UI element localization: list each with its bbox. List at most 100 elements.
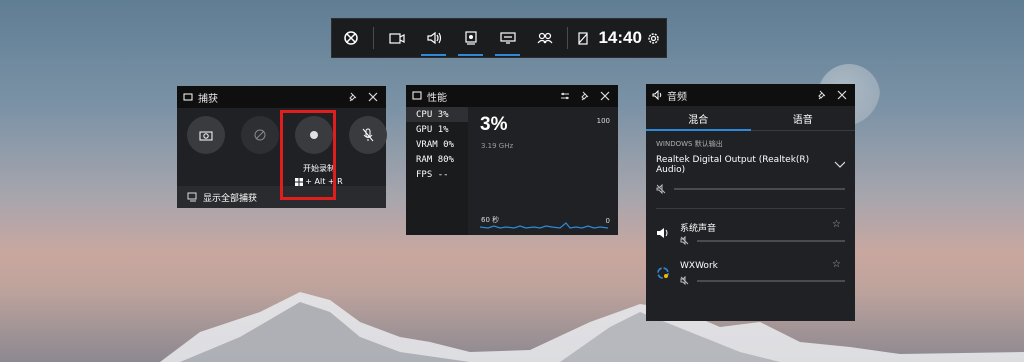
camera-icon	[199, 131, 213, 141]
capture-header: 捕获	[177, 86, 386, 108]
master-volume-slider[interactable]	[674, 188, 845, 190]
section-divider	[656, 208, 845, 209]
metric-fps[interactable]: FPS --	[406, 167, 468, 182]
xbox-icon	[343, 31, 358, 45]
metric-gpu[interactable]: GPU 1%	[406, 122, 468, 137]
record-last-icon	[254, 129, 266, 141]
app-name: 系统声音	[680, 224, 717, 234]
close-button[interactable]	[598, 89, 612, 103]
metric-value: 80%	[437, 154, 454, 165]
app-volume-row	[680, 236, 845, 245]
gallery-icon	[187, 192, 197, 202]
speaker-muted-icon[interactable]	[680, 276, 689, 285]
pin-icon	[581, 91, 589, 101]
app-name: WXWork	[680, 261, 718, 271]
audio-widget: 音频 混合 语音 WINDOWS 默认输出 Realtek Digital Ou…	[646, 84, 855, 321]
mountain-background	[0, 292, 1024, 362]
close-icon	[368, 92, 378, 102]
close-icon	[600, 91, 610, 101]
cpu-usage-value: 3%	[480, 114, 508, 135]
metric-name: CPU	[416, 109, 433, 120]
capture-title: 捕获	[198, 93, 218, 105]
performance-widget-button[interactable]	[452, 19, 489, 57]
tab-mix[interactable]: 混合	[646, 106, 751, 131]
mic-muted-icon	[362, 128, 374, 142]
xbox-button[interactable]	[332, 19, 369, 57]
graph-time-label: 60 秒	[481, 216, 500, 224]
options-button[interactable]	[558, 89, 572, 103]
metric-value: --	[437, 169, 449, 180]
performance-widget-icon	[465, 31, 477, 45]
record-last-button[interactable]	[241, 116, 279, 154]
cpu-clock: 3.19 GHz	[481, 142, 514, 150]
performance-widget-icon	[412, 91, 422, 100]
metric-value: 3%	[437, 109, 449, 120]
cpu-detail: 3% 3.19 GHz 100 60 秒 0	[472, 107, 618, 235]
metric-ram[interactable]: RAM 80%	[406, 152, 468, 167]
graph-max-label: 100	[596, 117, 610, 125]
social-widget-icon	[537, 32, 553, 44]
app-volume-row	[680, 276, 845, 285]
gear-icon	[648, 32, 660, 44]
cpu-usage-graph	[480, 222, 608, 229]
performance-title: 性能	[427, 92, 447, 104]
metric-name: GPU	[416, 124, 433, 135]
show-all-captures-label: 显示全部捕获	[203, 193, 258, 204]
record-highlight-box	[280, 110, 336, 200]
audio-widget-button[interactable]	[415, 19, 452, 57]
toolbar-divider	[373, 27, 374, 49]
microphone-toggle[interactable]	[349, 116, 387, 154]
audio-widget-icon	[426, 31, 441, 45]
capture-widget-icon	[183, 93, 193, 101]
performance-header: 性能	[406, 85, 618, 107]
metric-list: CPU 3% GPU 1% VRAM 0% RAM 80% FPS --	[406, 107, 468, 235]
battery-status	[572, 19, 594, 57]
speaker-muted-icon[interactable]	[680, 236, 689, 245]
metric-name: RAM	[416, 154, 433, 165]
close-icon	[837, 90, 847, 100]
resources-widget-button[interactable]	[489, 19, 526, 57]
app-volume-slider[interactable]	[697, 279, 845, 282]
default-output-label: WINDOWS 默认输出	[656, 140, 723, 148]
metric-vram[interactable]: VRAM 0%	[406, 137, 468, 152]
pin-icon	[349, 92, 357, 102]
metric-name: VRAM	[416, 139, 438, 150]
output-device-name: Realtek Digital Output (Realtek(R) Audio…	[656, 155, 810, 175]
pin-button[interactable]	[578, 89, 592, 103]
app-volume-slider[interactable]	[697, 239, 845, 242]
wxwork-icon	[657, 267, 669, 279]
metric-value: 0%	[443, 139, 454, 150]
system-sounds-icon	[657, 228, 668, 238]
close-button[interactable]	[366, 90, 380, 104]
capture-widget-button[interactable]	[378, 19, 415, 57]
pin-button[interactable]	[346, 90, 360, 104]
resources-widget-icon	[500, 32, 516, 44]
favorite-star-icon[interactable]: ☆	[832, 219, 841, 230]
close-button[interactable]	[835, 88, 849, 102]
social-widget-button[interactable]	[526, 19, 563, 57]
pin-button[interactable]	[815, 88, 829, 102]
pin-icon	[818, 90, 826, 100]
chevron-down-icon	[834, 161, 845, 168]
master-volume-row	[656, 184, 845, 194]
audio-widget-icon	[652, 90, 662, 100]
metric-value: 1%	[437, 124, 449, 135]
game-bar-toolbar: 14:40	[331, 18, 667, 58]
toolbar-divider	[567, 27, 569, 49]
capture-widget-icon	[388, 33, 405, 44]
audio-header: 音频	[646, 84, 855, 106]
battery-icon	[578, 32, 588, 45]
metric-cpu[interactable]: CPU 3%	[406, 107, 468, 122]
clock-time: 14:40	[598, 28, 642, 47]
audio-title: 音频	[667, 91, 687, 103]
metric-name: FPS	[416, 169, 433, 180]
output-device-select[interactable]: Realtek Digital Output (Realtek(R) Audio…	[656, 155, 845, 175]
speaker-muted-icon[interactable]	[656, 184, 666, 194]
tab-voice[interactable]: 语音	[751, 106, 856, 130]
favorite-star-icon[interactable]: ☆	[832, 259, 841, 270]
screenshot-button[interactable]	[187, 116, 225, 154]
audio-tabs: 混合 语音	[646, 106, 855, 131]
settings-button[interactable]	[642, 19, 666, 57]
options-icon	[561, 92, 569, 100]
performance-widget: 性能 CPU 3% GPU 1% VRAM 0% RAM 80% FPS -- …	[406, 85, 618, 235]
